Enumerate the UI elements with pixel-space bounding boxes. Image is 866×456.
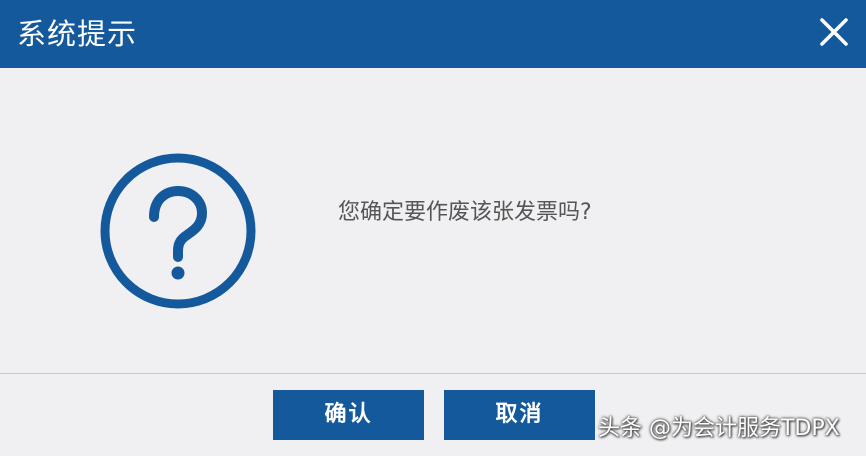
dialog-footer: 确认 取消 头条 @为会计服务TDPX — [0, 374, 866, 456]
close-icon — [820, 18, 848, 46]
confirm-message: 您确定要作废该张发票吗? — [338, 200, 592, 225]
question-circle-icon — [100, 153, 256, 309]
confirm-button[interactable]: 确认 — [273, 390, 424, 440]
dialog-body: 您确定要作废该张发票吗? — [0, 68, 866, 373]
title-bar: 系统提示 — [0, 0, 866, 68]
system-prompt-dialog: 系统提示 您确定要作废该张发票吗? 确认 取消 头条 @为会计服务TDPX — [0, 0, 866, 456]
watermark-text: 头条 @为会计服务TDPX — [598, 416, 840, 441]
dialog-title: 系统提示 — [17, 17, 138, 51]
close-button[interactable] — [818, 16, 850, 48]
cancel-button[interactable]: 取消 — [444, 390, 595, 440]
